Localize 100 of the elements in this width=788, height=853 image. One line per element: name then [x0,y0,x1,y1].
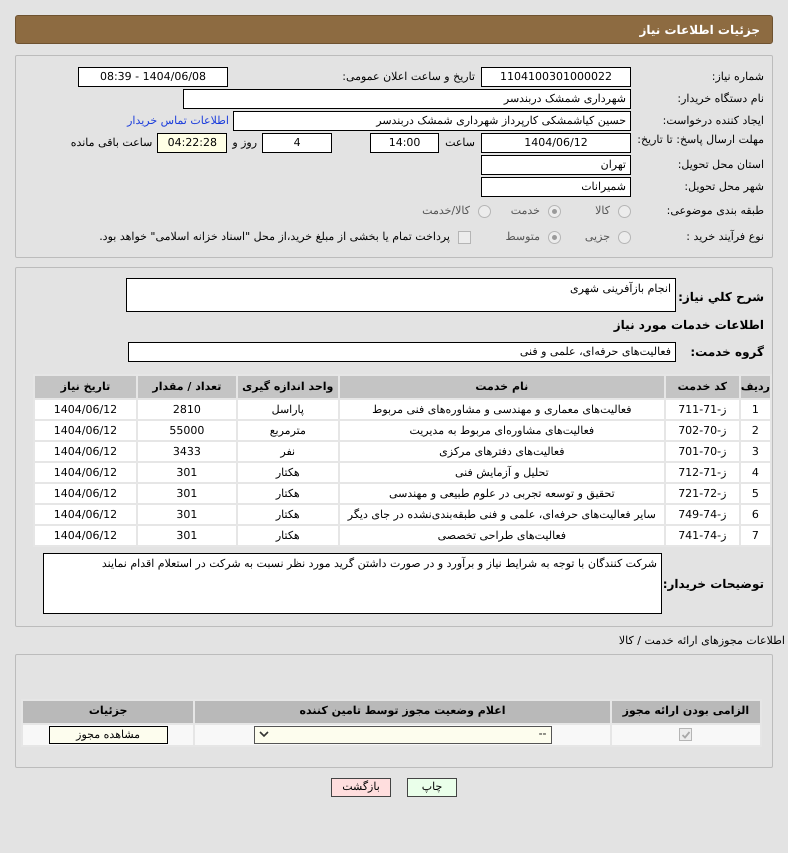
table-cell: مترمربع [236,420,339,441]
field-label: ایجاد کننده درخواست: [662,112,764,129]
text-field[interactable]: 1404/06/12 [481,133,631,153]
radio-button[interactable] [548,230,561,244]
text-field[interactable]: 14:00 [370,133,440,153]
table-cell: 6 [740,504,771,525]
option-label: کالا [595,202,610,219]
table-cell: 301 [136,483,237,504]
field-label: نوع فرآیند خرید : [685,228,764,245]
text-field[interactable]: 1104100301000022 [481,67,631,87]
table-cell: 55000 [136,420,237,441]
table-cell: ز-71-712 [664,462,740,483]
field-label: استان محل تحویل: [676,156,764,173]
table-cell: 1404/06/12 [34,462,137,483]
table-cell: فعالیت‌های معماری و مهندسی و مشاوره‌های فنی مربوط [338,399,665,420]
text-field[interactable]: تهران [481,155,631,175]
table-cell: 2810 [136,399,237,420]
table-cell: 1404/06/12 [34,483,137,504]
table-cell: فعالیت‌های مشاوره‌ای مربوط به مدیریت [338,420,665,441]
column-header: ردیف [740,375,771,399]
field-label: روز و [232,135,258,151]
field-label: شماره نیاز: [710,68,764,85]
back-button[interactable]: بازگشت [331,778,391,796]
table-cell: سایر فعالیت‌های حرفه‌ای، علمی و فنی طبقه‌بندی‌نشده در جای دیگر [338,504,665,525]
checkbox[interactable] [458,230,471,244]
table-cell: هکتار [236,525,339,546]
contact-link[interactable]: اطلاعات تماس خریدار [127,112,229,130]
option-label: متوسط [505,228,540,245]
option-label: کالا/خدمت [422,202,470,219]
table-cell: 1404/06/12 [34,399,137,420]
table-cell: 301 [136,504,237,525]
column-header: جزئیات [22,700,194,724]
text-field[interactable]: 1404/06/08 - 08:39 [78,67,228,87]
text-field[interactable]: شمیرانات [481,177,631,197]
table-cell: 7 [740,525,771,546]
text-field[interactable]: 04:22:28 [157,133,228,153]
print-button[interactable]: چاپ [407,778,457,796]
table-cell: هکتار [236,462,339,483]
radio-button[interactable] [618,230,631,244]
radio-button[interactable] [548,204,561,218]
chevron-down-icon [258,731,269,738]
table-cell: فعالیت‌های طراحی تخصصی [338,525,665,546]
text-area[interactable]: انجام بازآفرینی شهری [126,278,676,312]
text-field[interactable]: فعالیت‌های حرفه‌ای، علمی و فنی [128,342,676,362]
table-cell: ز-70-702 [664,420,740,441]
field-label: ساعت [445,135,475,151]
radio-button[interactable] [478,204,491,218]
field-label: تاریخ و ساعت اعلان عمومی: [341,68,475,85]
table-cell: 4 [740,462,771,483]
table-cell: نفر [236,441,339,462]
field-label: نام دستگاه خریدار: [676,90,764,107]
table-cell: 1 [740,399,771,420]
column-header: کد خدمت [664,375,740,399]
text-field[interactable]: حسین کیاشمشکی کارپرداز شهرداری شمشک دربندسر [233,111,631,131]
field-label: گروه خدمت: [689,344,764,361]
table-cell: تحلیل و آزمایش فنی [338,462,665,483]
radio-button[interactable] [618,204,631,218]
field-label: ساعت باقی مانده [70,135,152,151]
column-header: تاریخ نیاز [34,375,137,399]
field-label: شهر محل تحویل: [683,178,764,195]
column-header: نام خدمت [338,375,665,399]
table-cell: 1404/06/12 [34,420,137,441]
option-label: جزیی [584,228,610,245]
table-cell: 5 [740,483,771,504]
table-cell: ز-74-741 [664,525,740,546]
table-cell: 301 [136,462,237,483]
view-permit-button[interactable]: مشاهده مجوز [48,726,168,744]
text-field[interactable]: شهرداری شمشک دربندسر [183,89,631,109]
column-header: واحد اندازه گیری [236,375,339,399]
option-label: خدمت [510,202,540,219]
dropdown[interactable]: -- [254,726,552,744]
section-title: اطلاعات مجوزهای ارائه خدمت / کالا [618,633,785,649]
section-title: اطلاعات خدمات مورد نیاز [614,317,764,334]
table-cell: 1404/06/12 [34,525,137,546]
table-cell: پاراسل [236,399,339,420]
table-cell: ز-72-721 [664,483,740,504]
table-cell: 1404/06/12 [34,504,137,525]
table-cell: 2 [740,420,771,441]
table-cell: ز-71-711 [664,399,740,420]
column-header: تعداد / مقدار [136,375,237,399]
field-label: شرح کلي نياز: [677,289,764,306]
table-cell: ز-70-701 [664,441,740,462]
table-cell: 3 [740,441,771,462]
checkbox-label: پرداخت تمام یا بخشی از مبلغ خرید،از محل "اسناد خزانه اسلامی" خواهد بود. [99,228,450,245]
column-header: الزامی بودن ارائه مجوز [610,700,761,724]
field-label: طبقه بندی موضوعی: [666,202,764,219]
field-label: توضیحات خریدار: [662,576,764,592]
text-area[interactable]: شرکت کنندگان با توجه به شرایط نیاز و برآورد و در صورت داشتن گرید مورد نظر نسبت به شرکت در استعلام اقدام نمایند [43,553,662,614]
table-cell: 3433 [136,441,237,462]
table-cell: 1404/06/12 [34,441,137,462]
table-cell: 301 [136,525,237,546]
text-field[interactable]: 4 [262,133,332,153]
table-cell: تحقیق و توسعه تجربی در علوم طبیعی و مهندسی [338,483,665,504]
page-title: جزئیات اطلاعات نیاز [639,22,760,38]
field-label: مهلت ارسال پاسخ: تا تاریخ: [636,133,764,147]
table-cell: هکتار [236,483,339,504]
checkbox[interactable] [679,728,692,741]
table-cell: فعالیت‌های دفترهای مرکزی [338,441,665,462]
table-cell: ز-74-749 [664,504,740,525]
table-cell: هکتار [236,504,339,525]
